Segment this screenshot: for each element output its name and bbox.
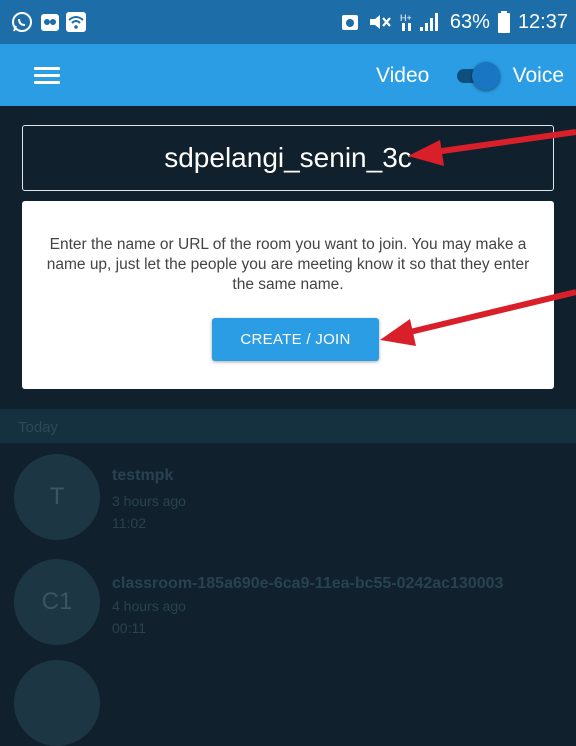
recent-list-item[interactable]: C1 classroom-185a690e-6ca9-11ea-bc55-024…	[0, 555, 576, 659]
mute-icon	[369, 15, 391, 29]
status-bar: H+ 63% 12:37	[0, 0, 576, 44]
recent-item-title: testmpk	[112, 467, 174, 484]
battery-percent: 63%	[449, 10, 490, 33]
recent-section-header: Today	[0, 409, 576, 443]
toggle-knob[interactable]	[472, 62, 500, 90]
battery-icon	[497, 11, 510, 33]
room-name-input[interactable]: sdpelangi_senin_3c	[22, 125, 554, 191]
recent-item-relative-time: 4 hours ago	[112, 598, 186, 614]
recent-item-duration: 00:11	[112, 620, 146, 636]
alarm-icon	[341, 15, 358, 30]
recent-item-relative-time: 3 hours ago	[112, 493, 186, 509]
section-label-today: Today	[18, 419, 59, 436]
join-card: Enter the name or URL of the room you wa…	[22, 201, 554, 389]
recent-item-duration: 11:02	[112, 515, 146, 531]
signal-icon: H+	[400, 13, 438, 31]
avatar-partial	[14, 660, 100, 746]
svg-text:H+: H+	[400, 13, 412, 23]
app-icon	[41, 14, 59, 31]
status-right: H+ 63% 12:37	[340, 0, 568, 44]
create-join-button[interactable]: CREATE / JOIN	[212, 318, 379, 361]
clock: 12:37	[517, 10, 568, 33]
recent-item-title: classroom-185a690e-6ca9-11ea-bc55-0242ac…	[112, 575, 504, 592]
avatar: T	[14, 454, 100, 540]
wifi-icon	[66, 12, 86, 32]
whatsapp-icon	[12, 12, 32, 32]
voice-label: Voice	[512, 64, 564, 87]
app-bar: Video Voice	[0, 44, 576, 106]
join-description: Enter the name or URL of the room you wa…	[46, 236, 530, 293]
video-label: Video	[376, 64, 430, 87]
hamburger-menu-icon[interactable]	[34, 67, 60, 85]
recent-list-item[interactable]: T testmpk 3 hours ago 11:02	[0, 449, 576, 553]
avatar: C1	[14, 559, 100, 645]
